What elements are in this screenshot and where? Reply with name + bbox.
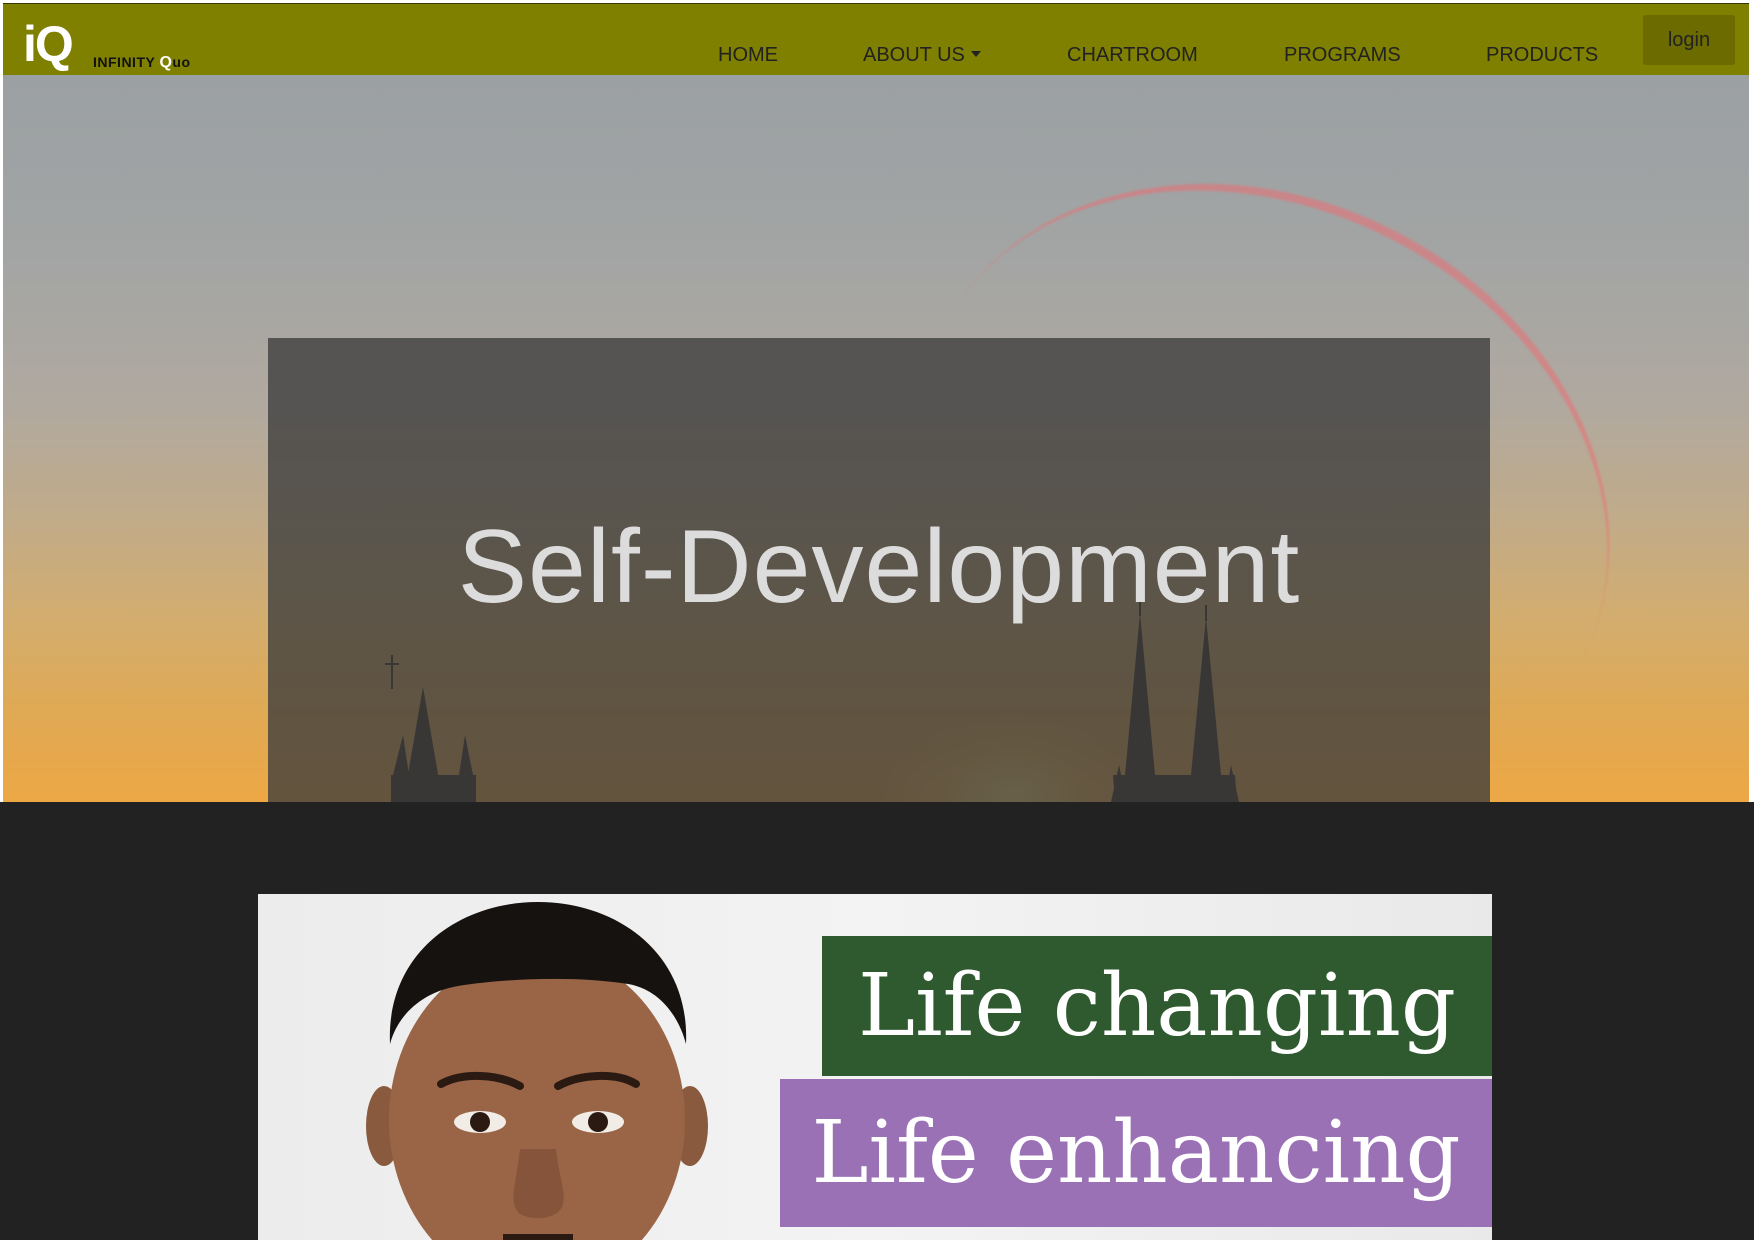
person-portrait xyxy=(366,902,708,1240)
promo-banner-life-changing: Life changing xyxy=(822,936,1492,1076)
nav-about-us-label: ABOUT US xyxy=(863,44,965,66)
logo-mark: iQ xyxy=(23,16,74,72)
brand-logo[interactable]: iQ INFINITY Quo xyxy=(23,14,213,74)
logo-wordmark: INFINITY Quo xyxy=(93,54,191,71)
nav-products[interactable]: PRODUCTS xyxy=(1486,44,1598,67)
hero-title: Self-Development xyxy=(457,509,1301,625)
hero-banner: Self-Development xyxy=(3,75,1749,802)
top-navbar: iQ INFINITY Quo HOME ABOUT US CHARTROOM … xyxy=(3,3,1749,76)
nav-home[interactable]: HOME xyxy=(718,44,778,67)
nav-programs[interactable]: PROGRAMS xyxy=(1284,44,1401,67)
promo-image: Life changing Life enhancing xyxy=(258,894,1492,1240)
promo-banner-life-enhancing: Life enhancing xyxy=(780,1079,1492,1227)
nav-chartroom[interactable]: CHARTROOM xyxy=(1067,44,1198,67)
nav-about-us[interactable]: ABOUT US xyxy=(863,44,981,67)
hero-overlay-box: Self-Development xyxy=(268,338,1490,802)
login-button[interactable]: login xyxy=(1643,15,1735,65)
chevron-down-icon xyxy=(970,50,981,57)
